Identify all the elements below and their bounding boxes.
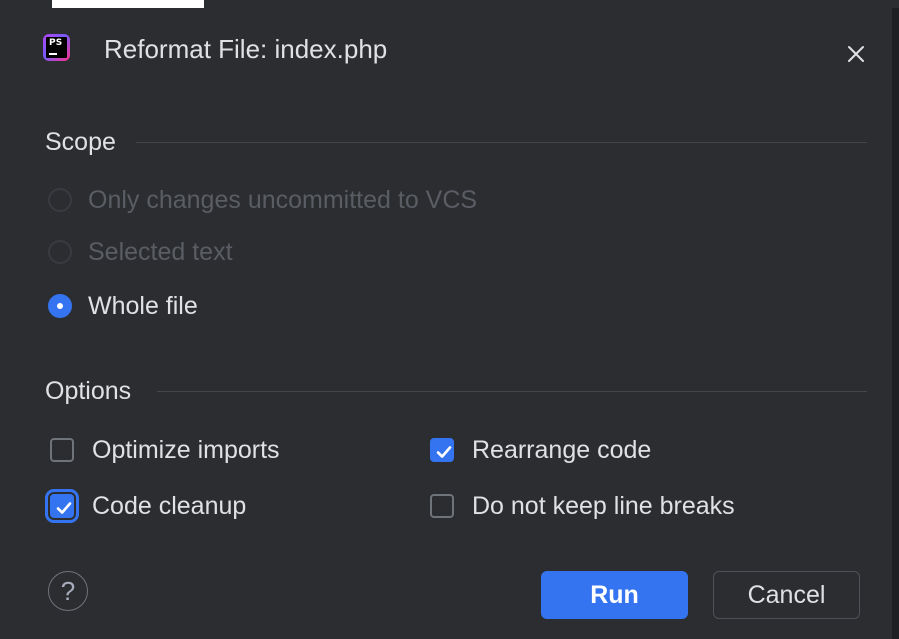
radio-button-selected[interactable]	[48, 294, 72, 318]
help-button[interactable]: ?	[48, 571, 88, 611]
radio-button[interactable]	[48, 188, 72, 212]
checkmark-icon	[436, 446, 452, 458]
optimize-imports-option[interactable]: Optimize imports	[50, 432, 280, 468]
scope-option-label: Only changes uncommitted to VCS	[88, 185, 478, 214]
rearrange-code-checkbox[interactable]	[430, 438, 454, 462]
scope-option-whole-file[interactable]: Whole file	[48, 288, 198, 324]
top-edge-segment	[0, 0, 52, 8]
scope-option-uncommitted[interactable]: Only changes uncommitted to VCS	[48, 182, 477, 218]
scope-separator	[136, 142, 867, 143]
no-keep-line-breaks-option[interactable]: Do not keep line breaks	[430, 488, 735, 524]
options-heading: Options	[45, 377, 132, 405]
code-cleanup-label: Code cleanup	[92, 491, 247, 520]
optimize-imports-checkbox[interactable]	[50, 438, 74, 462]
reformat-file-dialog: PS Reformat File: index.php Scope Only c…	[0, 8, 892, 639]
no-keep-line-breaks-checkbox[interactable]	[430, 494, 454, 518]
scope-option-label: Whole file	[88, 291, 198, 320]
dialog-title-bar: PS Reformat File: index.php	[0, 8, 892, 94]
run-button[interactable]: Run	[541, 571, 688, 619]
close-button[interactable]	[840, 38, 872, 70]
dialog-title: Reformat File: index.php	[104, 34, 388, 64]
options-separator	[157, 391, 867, 392]
scope-option-label: Selected text	[88, 237, 233, 266]
cancel-button[interactable]: Cancel	[713, 571, 860, 619]
scope-heading: Scope	[45, 128, 116, 156]
close-icon	[848, 46, 864, 62]
rearrange-code-label: Rearrange code	[472, 435, 652, 464]
rearrange-code-option[interactable]: Rearrange code	[430, 432, 651, 468]
code-cleanup-option[interactable]: Code cleanup	[45, 488, 247, 524]
window-top-edge	[0, 0, 899, 8]
optimize-imports-label: Optimize imports	[92, 435, 280, 464]
scope-option-selected-text[interactable]: Selected text	[48, 234, 233, 270]
help-icon: ?	[60, 575, 76, 606]
top-edge-segment	[204, 0, 899, 8]
radio-button[interactable]	[48, 240, 72, 264]
checkmark-icon	[56, 502, 72, 514]
phpstorm-icon: PS	[43, 34, 70, 61]
no-keep-line-breaks-label: Do not keep line breaks	[472, 491, 735, 520]
code-cleanup-checkbox[interactable]	[45, 489, 79, 523]
